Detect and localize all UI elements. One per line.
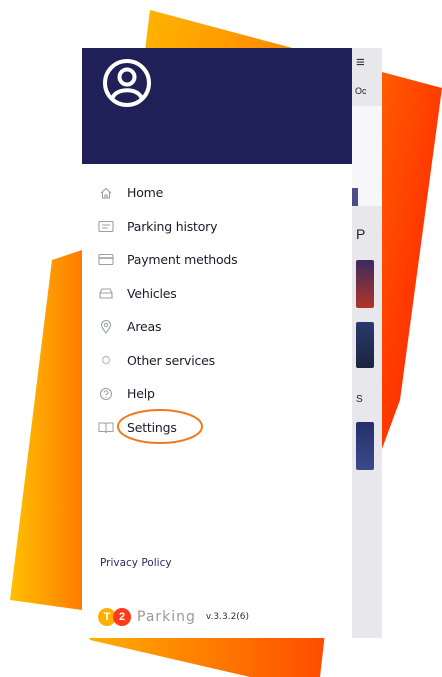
background-thumbnail [356,422,374,470]
menu-item-label: Home [127,185,164,201]
home-icon [98,185,114,201]
menu-item-label: Vehicles [127,285,177,301]
menu-item-label: Other services [127,352,215,368]
menu-item-other-services[interactable]: Other services [82,344,352,378]
location-pin-icon [98,319,114,335]
t2-logo: T 2 [98,608,131,626]
app-version: v.3.3.2(6) [205,612,250,622]
background-screen: ≡ Oc P S [352,48,382,638]
logo-letter-2: 2 [113,608,131,626]
settings-highlight-circle [117,409,203,444]
drawer-header [82,48,352,164]
help-icon [98,386,114,402]
menu-item-payment-methods[interactable]: Payment methods [82,243,352,277]
menu-item-label: Areas [127,319,162,335]
credit-card-icon [98,252,114,268]
menu-item-help[interactable]: Help [82,377,352,411]
brand-name: Parking [137,609,196,625]
menu-item-home[interactable]: Home [82,176,352,210]
menu-item-label: Parking history [127,218,218,234]
menu-item-areas[interactable]: Areas [82,310,352,344]
background-heading: P [356,226,366,242]
book-icon [98,419,114,435]
menu-item-label: Payment methods [127,252,238,268]
drawer-menu: Home Parking history Payment methods Veh… [82,176,352,444]
user-avatar-icon[interactable] [100,56,154,110]
background-heading: S [356,394,363,405]
menu-item-vehicles[interactable]: Vehicles [82,277,352,311]
app-footer: T 2 Parking v.3.3.2(6) [98,608,249,626]
hamburger-icon[interactable]: ≡ [356,54,365,71]
receipt-icon [98,218,114,234]
car-icon [98,285,114,301]
privacy-policy-link[interactable]: Privacy Policy [100,557,172,569]
background-accent [352,188,358,206]
background-thumbnail [356,260,374,308]
menu-item-parking-history[interactable]: Parking history [82,210,352,244]
phone-screen: ≡ Oc P S Home Parking history Payment me… [82,48,382,638]
circle-icon [98,352,114,368]
menu-item-label: Help [127,386,155,402]
background-text: Oc [355,86,367,96]
background-thumbnail [356,322,374,368]
navigation-drawer: Home Parking history Payment methods Veh… [82,48,352,638]
